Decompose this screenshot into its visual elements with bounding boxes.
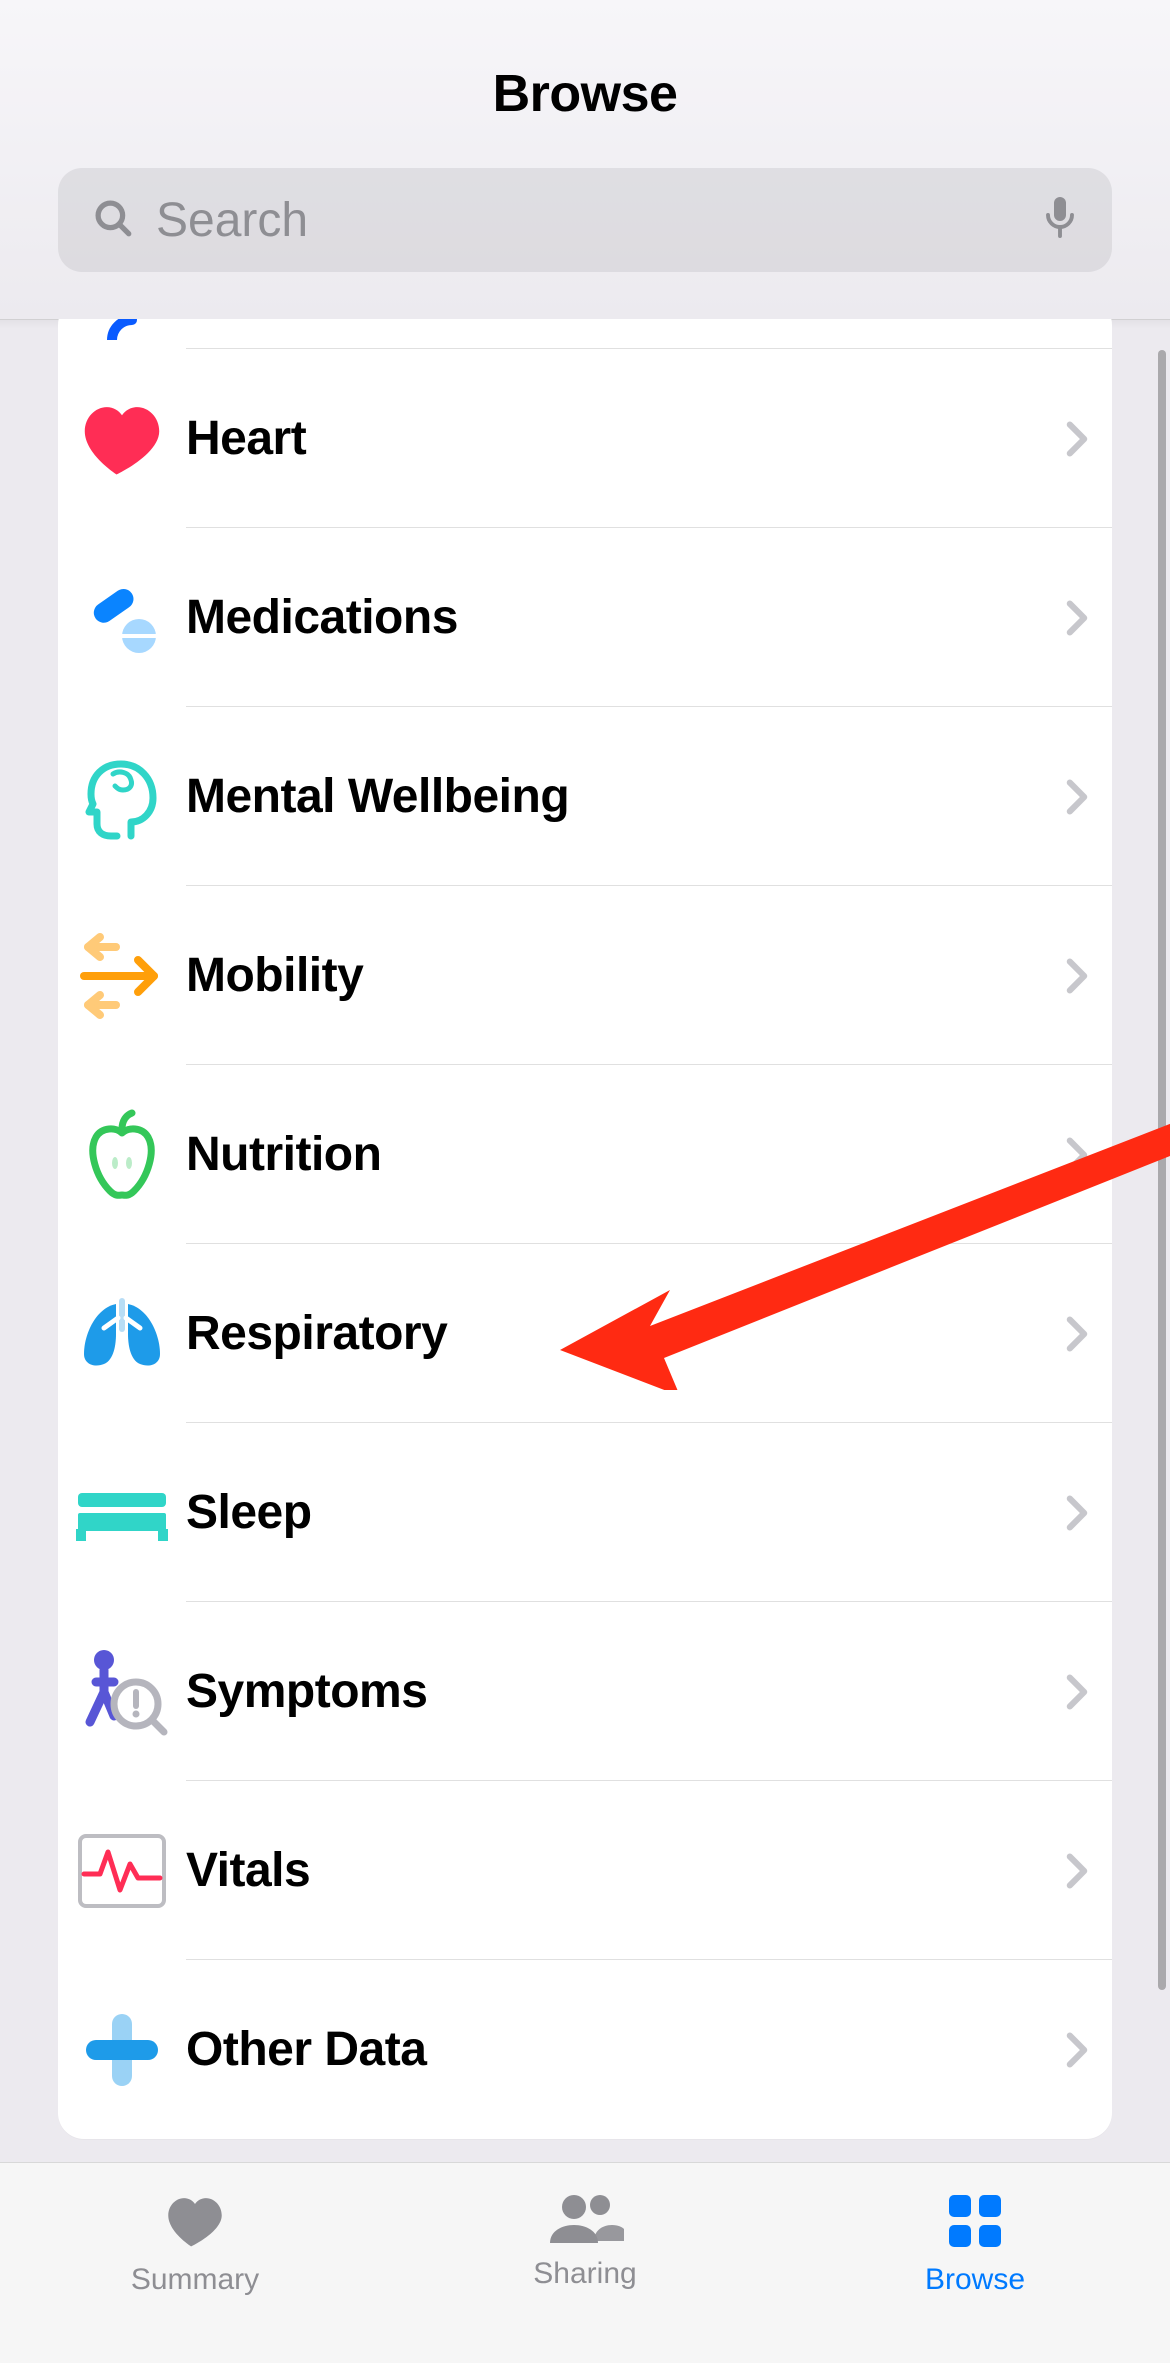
brain-icon — [58, 752, 186, 842]
category-row-other-data[interactable]: Other Data — [58, 1960, 1112, 2139]
waveform-icon — [58, 1834, 186, 1908]
chevron-right-icon — [1042, 779, 1112, 815]
category-label: Medications — [186, 590, 1042, 645]
category-row-heart[interactable]: Heart — [58, 349, 1112, 528]
content-area[interactable]: Heart Medications — [0, 319, 1170, 2163]
category-label: Heart — [186, 411, 1042, 466]
pills-icon — [58, 581, 186, 655]
chevron-right-icon — [1042, 1853, 1112, 1889]
heart-fill-icon — [164, 2193, 226, 2249]
hearing-icon — [58, 319, 186, 340]
category-row-medications[interactable]: Medications — [58, 528, 1112, 707]
tab-browse[interactable]: Browse — [780, 2163, 1170, 2363]
chevron-right-icon — [1042, 1316, 1112, 1352]
chevron-right-icon — [1042, 421, 1112, 457]
grid-icon — [947, 2193, 1003, 2249]
header-bar: Browse — [0, 0, 1170, 320]
chevron-right-icon — [1042, 958, 1112, 994]
search-input[interactable] — [154, 192, 1022, 249]
symptom-icon — [58, 1646, 186, 1738]
tab-sharing[interactable]: Sharing — [390, 2163, 780, 2363]
category-label: Mental Wellbeing — [186, 769, 1042, 824]
chevron-right-icon — [1042, 600, 1112, 636]
category-row-sleep[interactable]: Sleep — [58, 1423, 1112, 1602]
tab-bar: Summary Sharing Browse — [0, 2162, 1170, 2363]
tab-label: Sharing — [533, 2257, 636, 2291]
arrows-icon — [58, 933, 186, 1019]
lungs-icon — [58, 1298, 186, 1370]
chevron-right-icon — [1042, 1674, 1112, 1710]
category-label: Other Data — [186, 2022, 1042, 2077]
category-label: Respiratory — [186, 1306, 1042, 1361]
tab-label: Browse — [925, 2263, 1025, 2297]
category-label: Symptoms — [186, 1664, 1042, 1719]
category-label: Mobility — [186, 948, 1042, 1003]
category-row-partial[interactable] — [58, 319, 1112, 349]
tab-summary[interactable]: Summary — [0, 2163, 390, 2363]
page-title: Browse — [0, 64, 1170, 124]
category-label: Sleep — [186, 1485, 1042, 1540]
apple-icon — [58, 1107, 186, 1203]
category-row-mental-wellbeing[interactable]: Mental Wellbeing — [58, 707, 1112, 886]
heart-icon — [58, 400, 186, 478]
category-row-mobility[interactable]: Mobility — [58, 886, 1112, 1065]
category-row-vitals[interactable]: Vitals — [58, 1781, 1112, 1960]
chevron-right-icon — [1042, 1495, 1112, 1531]
plus-icon — [58, 2008, 186, 2092]
categories-card: Heart Medications — [58, 319, 1112, 2139]
scrollbar[interactable] — [1158, 350, 1166, 1990]
category-row-respiratory[interactable]: Respiratory — [58, 1244, 1112, 1423]
category-row-symptoms[interactable]: Symptoms — [58, 1602, 1112, 1781]
chevron-right-icon — [1042, 1137, 1112, 1173]
category-label: Nutrition — [186, 1127, 1042, 1182]
category-label: Vitals — [186, 1843, 1042, 1898]
search-icon — [92, 197, 134, 244]
category-row-nutrition[interactable]: Nutrition — [58, 1065, 1112, 1244]
tab-label: Summary — [131, 2263, 259, 2297]
search-field[interactable] — [58, 168, 1112, 272]
mic-icon[interactable] — [1042, 195, 1078, 246]
bed-icon — [58, 1483, 186, 1543]
people-icon — [546, 2193, 624, 2243]
chevron-right-icon — [1042, 2032, 1112, 2068]
screen: Browse — [0, 0, 1170, 2363]
